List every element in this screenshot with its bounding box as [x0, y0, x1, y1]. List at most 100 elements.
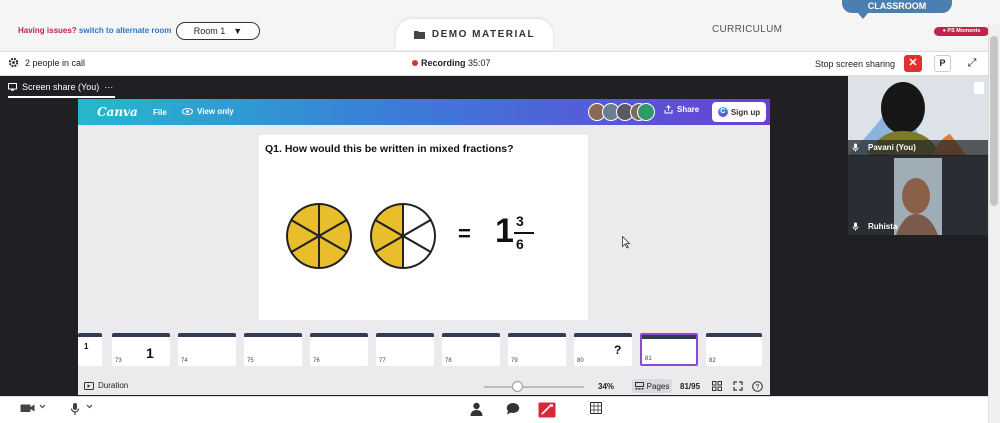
thumbnail-header [178, 333, 236, 337]
tab-demo-label: DEMO MATERIAL [431, 29, 536, 40]
duration-button[interactable]: Duration [84, 381, 128, 390]
thumbnail-page-number: 75 [247, 358, 254, 364]
issues-text: Having issues? [18, 26, 77, 35]
room-select[interactable]: Room 1 ▼ [176, 22, 260, 40]
people-count[interactable]: 2 people in call [8, 57, 85, 68]
question-text: Q1. How would this be written in mixed f… [265, 143, 514, 155]
expand-icon[interactable]: ⤢ [962, 55, 982, 72]
whiteboard-button[interactable] [538, 402, 556, 421]
recording-status: Recording 35:07 [412, 58, 491, 68]
page-thumbnail[interactable]: 74 [178, 333, 236, 366]
page-count: 81/95 [680, 382, 701, 391]
duration-icon [84, 381, 94, 390]
p-button[interactable]: P [934, 55, 951, 72]
microphone-button[interactable] [70, 402, 96, 419]
view-only-button[interactable]: View only [182, 107, 234, 116]
thumbnail-preview: ? [614, 343, 622, 357]
person-icon [470, 402, 483, 416]
screen-share-tab[interactable]: Screen share (You) ··· [8, 82, 113, 92]
thumbnail-header [642, 335, 696, 339]
eye-icon [182, 108, 193, 115]
screen-share-label: Screen share (You) [22, 82, 100, 92]
stop-screen-sharing-label[interactable]: Stop screen sharing [815, 59, 895, 69]
fraction-circles [286, 202, 436, 270]
microphone-icon [852, 222, 859, 233]
whiteboard-icon [538, 402, 556, 418]
recording-label: Recording [421, 58, 466, 68]
thumbnail-page-number: 79 [511, 358, 518, 364]
recording-dot-icon [412, 60, 418, 66]
microphone-icon [70, 403, 93, 415]
room-label: Room 1 [193, 26, 226, 36]
thumbnail-page-number: 76 [313, 358, 320, 364]
page-thumbnail[interactable]: ? 80 [574, 333, 632, 366]
equals-sign: = [458, 221, 471, 246]
page-thumbnail[interactable]: 82 [706, 333, 762, 366]
thumbnail-header [244, 333, 302, 337]
thumbnail-header [706, 333, 762, 337]
folder-icon [413, 31, 425, 39]
thumbnail-header [508, 333, 566, 337]
thumbnail-page-number: 73 [115, 358, 122, 364]
camera-icon [20, 404, 46, 412]
ps-moments-button[interactable]: ● PS Moments [934, 27, 989, 36]
pages-button[interactable]: Pages [632, 379, 672, 393]
thumbnail-header [78, 333, 102, 337]
thumbnail-page-number: 78 [445, 358, 452, 364]
alternate-room-link[interactable]: switch to alternate room [79, 26, 171, 35]
page-thumbnail[interactable]: 78 [442, 333, 500, 366]
layout-icon [590, 402, 602, 414]
page-thumbnail[interactable]: 1 73 [112, 333, 170, 366]
layout-button[interactable] [590, 402, 602, 417]
fraction-bar [514, 232, 534, 234]
camera-button[interactable] [20, 402, 46, 417]
zoom-slider-handle[interactable] [512, 381, 523, 392]
page-thumbnail[interactable]: 79 [508, 333, 566, 366]
more-icon[interactable]: ··· [104, 82, 113, 92]
thumbnail-preview: 1 [146, 345, 154, 361]
classroom-tab-pointer [858, 13, 868, 19]
people-count-label: 2 people in call [25, 57, 86, 68]
duration-label: Duration [98, 381, 129, 390]
monitor-icon [8, 83, 17, 91]
grid-view-icon[interactable] [712, 381, 722, 393]
scrollbar-thumb[interactable] [990, 36, 998, 206]
file-menu[interactable]: File [153, 108, 167, 117]
share-label: Share [677, 105, 700, 114]
thumbnail-header [376, 333, 434, 337]
pages-label: Pages [646, 381, 670, 391]
zoom-slider[interactable] [484, 386, 584, 388]
participant-name: Ruhista [868, 222, 898, 231]
page-thumbnail[interactable]: 81 [640, 333, 698, 366]
help-icon[interactable]: ? [752, 381, 763, 394]
share-button[interactable]: Share [664, 105, 699, 114]
page-thumbnail[interactable]: 75 [244, 333, 302, 366]
participant-name: Pavani (You) [868, 143, 916, 152]
svg-text:?: ? [756, 384, 760, 391]
page-thumbnail[interactable]: 76 [310, 333, 368, 366]
mixed-whole: 1 [495, 212, 514, 250]
thumbnail-page-number: 74 [181, 358, 188, 364]
fullscreen-icon[interactable] [733, 381, 743, 393]
page-thumbnail[interactable]: 77 [376, 333, 434, 366]
sign-up-button[interactable]: C Sign up [712, 102, 766, 122]
participants-button[interactable] [470, 402, 483, 419]
gear-icon [8, 57, 19, 68]
recording-time: 35:07 [468, 58, 491, 68]
stop-sharing-button[interactable]: ✕ [904, 55, 922, 72]
mixed-denominator: 6 [516, 236, 524, 252]
chat-button[interactable] [506, 402, 520, 418]
thumbnail-header [310, 333, 368, 337]
chevron-down-icon: ▼ [233, 26, 243, 36]
canva-logo[interactable]: Canva [97, 105, 138, 119]
tab-demo-material[interactable]: DEMO MATERIAL [396, 19, 553, 50]
thumbnail-page-number: 80 [577, 358, 584, 364]
tab-classroom[interactable]: CLASSROOM [842, 0, 952, 13]
tab-curriculum[interactable]: CURRICULUM [712, 24, 782, 35]
zoom-level: 34% [598, 382, 615, 391]
bottom-toolbar [0, 396, 988, 423]
avatar[interactable] [637, 103, 655, 121]
page-thumbnail[interactable]: 1 [78, 333, 102, 366]
microphone-icon [852, 143, 859, 154]
thumbnail-page-number: 82 [709, 358, 716, 364]
